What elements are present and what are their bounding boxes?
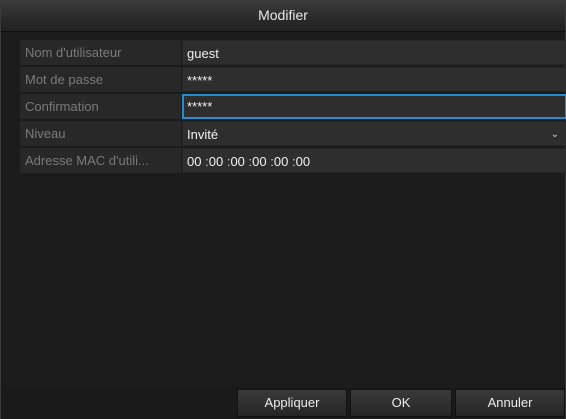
- mac-octet-5[interactable]: 00: [274, 149, 288, 174]
- password-label: Mot de passe: [20, 67, 181, 92]
- mac-row: Adresse MAC d'utili... 00 :00 :00 :00 :0…: [20, 148, 566, 173]
- mac-octet-1[interactable]: 00: [187, 149, 201, 174]
- username-label: Nom d'utilisateur: [20, 40, 181, 65]
- mac-label: Adresse MAC d'utili...: [20, 148, 181, 173]
- dialog-title: Modifier: [1, 0, 565, 32]
- level-value: Invité: [187, 127, 219, 142]
- dialog-footer: Appliquer OK Annuler: [1, 387, 565, 419]
- confirm-row: Confirmation *****: [20, 94, 566, 119]
- apply-button[interactable]: Appliquer: [237, 389, 347, 417]
- confirm-password-field[interactable]: *****: [182, 94, 566, 119]
- mac-octet-3[interactable]: 00: [230, 149, 244, 174]
- password-row: Mot de passe *****: [20, 67, 566, 92]
- mac-octet-2[interactable]: 00: [209, 149, 223, 174]
- level-select[interactable]: Invité ⌄: [182, 121, 566, 146]
- password-field[interactable]: *****: [182, 67, 566, 92]
- level-row: Niveau Invité ⌄: [20, 121, 566, 146]
- confirm-label: Confirmation: [20, 94, 181, 119]
- username-row: Nom d'utilisateur guest: [20, 40, 566, 65]
- level-label: Niveau: [20, 121, 181, 146]
- modify-user-dialog: Modifier Nom d'utilisateur guest Mot de …: [0, 0, 566, 419]
- user-form: Nom d'utilisateur guest Mot de passe ***…: [20, 40, 566, 175]
- mac-address-field[interactable]: 00 :00 :00 :00 :00 :00: [182, 148, 566, 173]
- chevron-down-icon: ⌄: [550, 129, 559, 140]
- mac-octet-4[interactable]: 00: [252, 149, 266, 174]
- ok-button[interactable]: OK: [350, 389, 452, 417]
- username-field[interactable]: guest: [182, 40, 566, 65]
- mac-octet-6[interactable]: 00: [296, 149, 310, 174]
- cancel-button[interactable]: Annuler: [455, 389, 565, 417]
